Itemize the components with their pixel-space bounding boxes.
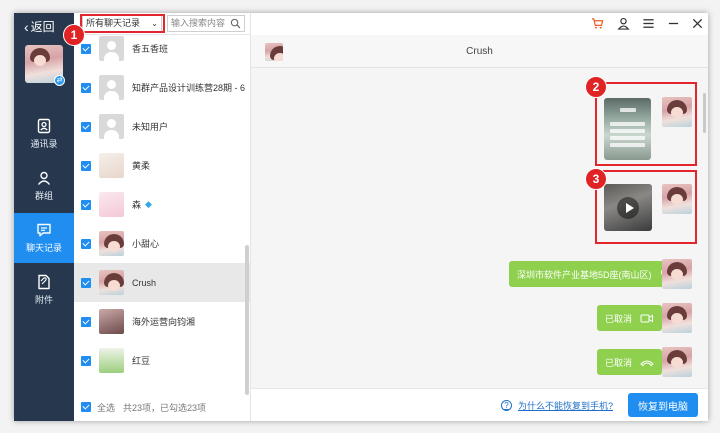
user-icon[interactable] (617, 17, 630, 30)
avatar (99, 348, 124, 373)
cancelled-text: 已取消 (605, 313, 633, 324)
back-button[interactable]: ‹ 返回 (24, 18, 55, 35)
list-item[interactable]: 黄柔 (74, 146, 251, 185)
select-all-label: 全选 (97, 402, 116, 413)
selection-count: 共23项，已勾选23项 (123, 402, 207, 413)
list-footer: 全选 共23项，已勾选23项 (74, 393, 251, 421)
cancelled-text: 已取消 (605, 357, 633, 368)
menu-icon[interactable] (642, 17, 655, 30)
callout-marker-1: 1 (63, 24, 85, 46)
cart-icon[interactable] (591, 17, 604, 30)
callout-box-video (595, 170, 697, 244)
chevron-left-icon: ‹ (24, 18, 29, 35)
row-name: 黄柔 (132, 161, 151, 171)
row-checkbox[interactable] (81, 277, 91, 288)
callout-marker-2: 2 (585, 76, 607, 98)
avatar (99, 231, 124, 256)
chat-scrollbar[interactable] (703, 93, 706, 133)
callout-box-filter (80, 14, 165, 33)
row-name: 知群产品设计训练营28期 - 6 (132, 83, 246, 93)
row-checkbox[interactable] (81, 43, 91, 54)
search-placeholder: 输入搜索内容 (171, 18, 226, 28)
nav-groups-label: 群组 (34, 191, 53, 201)
avatar (99, 192, 124, 217)
back-label: 返回 (30, 20, 55, 34)
contacts-icon (37, 118, 51, 134)
phone-icon (640, 360, 654, 366)
row-checkbox[interactable] (81, 355, 91, 366)
row-checkbox[interactable] (81, 160, 91, 171)
nav-contacts-label: 通讯录 (30, 139, 58, 149)
chat-icon (37, 223, 51, 237)
list-item[interactable]: 知群产品设计训练营28期 - 6 (74, 68, 251, 107)
list-scrollbar[interactable] (245, 245, 249, 395)
callout-marker-3: 3 (585, 168, 607, 190)
avatar (99, 75, 124, 100)
question-icon: ? (501, 400, 512, 411)
help-link[interactable]: ? 为什么不能恢复到手机? (501, 399, 613, 412)
row-checkbox[interactable] (81, 199, 91, 210)
callout-box-image (595, 82, 697, 166)
row-name: 森 (132, 200, 142, 210)
list-item[interactable]: Crush (74, 263, 251, 302)
row-name: 未知用户 (132, 122, 169, 132)
search-icon[interactable] (230, 18, 241, 29)
avatar (99, 153, 124, 178)
row-checkbox[interactable] (81, 238, 91, 249)
avatar (99, 114, 124, 139)
chat-footer: ? 为什么不能恢复到手机? 恢复到电脑 (251, 388, 708, 421)
chat-title: Crush (466, 46, 493, 57)
cancelled-video-call-message[interactable]: 已取消 (597, 305, 668, 331)
avatar (662, 259, 692, 289)
minimize-icon[interactable] (667, 17, 680, 30)
list-item[interactable]: 海外运营向钧湘 (74, 302, 251, 341)
restore-to-computer-button[interactable]: 恢复到电脑 (628, 393, 698, 417)
cancelled-voice-call-message[interactable]: 已取消 (597, 349, 668, 375)
conversation-list: 香五香班 知群产品设计训练营28期 - 6 未知用户 黄柔 森 ◆ 小甜心 Cr… (74, 35, 251, 383)
nav-attachments-label: 附件 (34, 295, 53, 305)
nav-chat-history-label: 聊天记录 (25, 243, 62, 253)
list-item[interactable]: 未知用户 (74, 107, 251, 146)
sidebar: ‹ 返回 ⇄ 通讯录 群组 聊天记录 附件 (14, 13, 74, 421)
nav-chat-history[interactable]: 聊天记录 (14, 213, 74, 263)
switch-account-icon[interactable]: ⇄ (54, 75, 65, 86)
diamond-icon: ◆ (145, 199, 152, 209)
video-call-icon (640, 314, 654, 322)
chat-header: Crush (251, 35, 708, 68)
conversation-list-panel: 所有聊天记录 ⌄ 输入搜索内容 香五香班 知群产品设计训练营28期 - 6 未知… (74, 13, 251, 421)
row-name: 香五香班 (132, 44, 169, 54)
avatar (662, 347, 692, 377)
list-item[interactable]: 红豆 (74, 341, 251, 380)
row-name: 海外运营向钧湘 (132, 317, 196, 327)
attachment-icon (38, 274, 50, 290)
avatar (99, 270, 124, 295)
avatar (662, 303, 692, 333)
row-name: 小甜心 (132, 239, 160, 249)
nav-contacts[interactable]: 通讯录 (14, 109, 74, 159)
location-text: 深圳市软件产业基地5D座(南山区) (517, 269, 652, 280)
list-item[interactable]: 小甜心 (74, 224, 251, 263)
close-icon[interactable] (691, 17, 704, 30)
help-link-text: 为什么不能恢复到手机? (518, 401, 614, 411)
avatar (99, 309, 124, 334)
row-name: Crush (132, 277, 157, 288)
list-item[interactable]: 森 ◆ (74, 185, 251, 224)
title-bar (251, 13, 708, 35)
select-all-checkbox[interactable] (81, 402, 91, 412)
row-checkbox[interactable] (81, 82, 91, 93)
nav-groups[interactable]: 群组 (14, 161, 74, 211)
row-checkbox[interactable] (81, 121, 91, 132)
row-name: 红豆 (132, 356, 151, 366)
nav-attachments[interactable]: 附件 (14, 265, 74, 315)
group-icon (37, 171, 51, 185)
location-message[interactable]: 深圳市软件产业基地5D座(南山区) (509, 261, 683, 287)
search-input[interactable]: 输入搜索内容 (167, 15, 245, 32)
list-item[interactable]: 香五香班 (74, 35, 251, 68)
avatar (99, 36, 124, 61)
row-checkbox[interactable] (81, 316, 91, 327)
